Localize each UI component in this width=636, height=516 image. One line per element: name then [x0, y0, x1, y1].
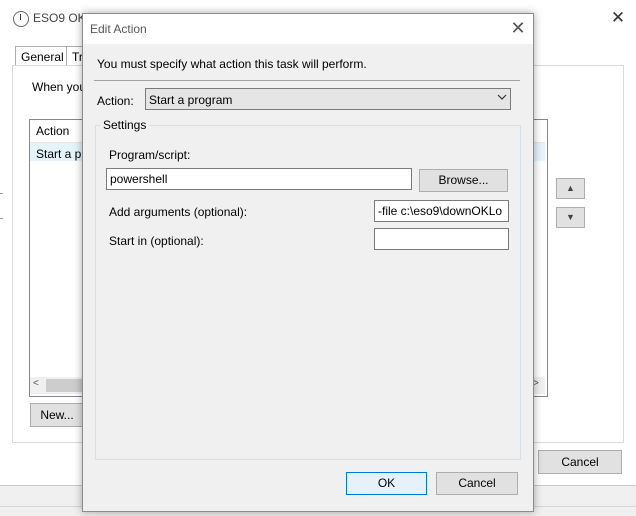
task-properties-title: ESO9 OK	[33, 11, 86, 25]
add-arguments-input[interactable]: -file c:\eso9\downOKLo	[374, 200, 509, 222]
arrow-up-icon: ▲	[566, 183, 575, 193]
divider	[0, 218, 3, 219]
new-action-button[interactable]: New...	[30, 403, 84, 427]
dialog-title: Edit Action	[90, 22, 147, 36]
program-script-input[interactable]: powershell	[106, 168, 412, 190]
dialog-instruction: You must specify what action this task w…	[97, 57, 367, 71]
scrollbar-thumb[interactable]	[46, 379, 86, 392]
clock-icon	[13, 11, 29, 27]
start-in-input[interactable]	[374, 228, 509, 250]
cancel-button[interactable]: Cancel	[436, 472, 518, 495]
add-arguments-label: Add arguments (optional):	[109, 205, 248, 219]
move-down-button[interactable]: ▼	[556, 207, 585, 228]
divider	[94, 80, 520, 81]
column-header-action[interactable]: Action	[36, 124, 69, 138]
settings-label: Settings	[100, 118, 150, 132]
tab-general[interactable]: General	[15, 46, 70, 67]
scroll-left-icon[interactable]: <	[33, 378, 39, 389]
arrow-down-icon: ▼	[566, 212, 575, 222]
start-in-label: Start in (optional):	[109, 234, 204, 248]
table-cell: Start a pr	[36, 147, 86, 161]
move-up-button[interactable]: ▲	[556, 178, 585, 199]
chevron-down-icon	[497, 94, 507, 100]
dialog-titlebar	[83, 14, 533, 44]
program-script-label: Program/script:	[109, 148, 191, 162]
ok-button[interactable]: OK	[346, 472, 427, 495]
action-label: Action:	[97, 94, 134, 108]
close-icon[interactable]: ✕	[608, 8, 628, 28]
properties-cancel-button[interactable]: Cancel	[538, 450, 622, 474]
actions-description: When you	[32, 80, 87, 94]
action-select-value: Start a program	[149, 93, 233, 107]
divider	[0, 193, 3, 194]
close-icon[interactable]: ✕	[507, 17, 529, 39]
browse-button[interactable]: Browse...	[419, 169, 508, 192]
